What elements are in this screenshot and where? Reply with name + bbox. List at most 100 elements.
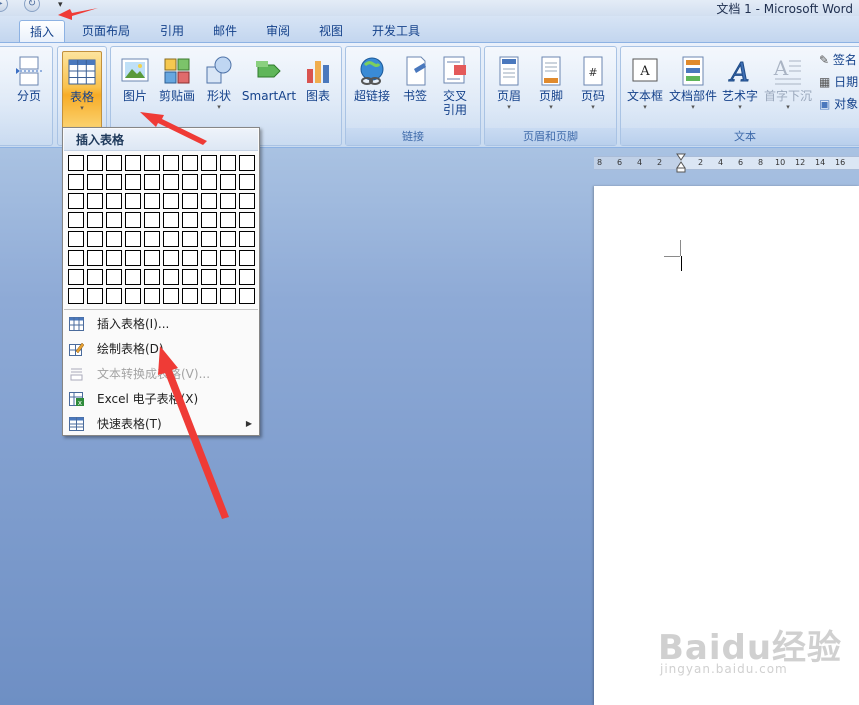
- tab-view[interactable]: 视图: [309, 20, 353, 42]
- table-grid-cell[interactable]: [220, 231, 236, 247]
- table-grid-cell[interactable]: [125, 174, 141, 190]
- table-grid-cell[interactable]: [68, 231, 84, 247]
- table-grid-cell[interactable]: [125, 250, 141, 266]
- date-time-button[interactable]: ▦ 日期: [819, 73, 858, 90]
- table-grid-cell[interactable]: [144, 212, 160, 228]
- menu-item-excel-spreadsheet[interactable]: x Excel 电子表格(X): [64, 387, 258, 411]
- table-grid-cell[interactable]: [201, 174, 217, 190]
- header-button[interactable]: 页眉 ▾: [489, 51, 529, 127]
- table-grid-cell[interactable]: [163, 269, 179, 285]
- table-grid-cell[interactable]: [125, 212, 141, 228]
- hyperlink-button[interactable]: 超链接: [350, 51, 394, 127]
- table-grid-cell[interactable]: [68, 250, 84, 266]
- table-grid-cell[interactable]: [106, 155, 122, 171]
- table-grid-cell[interactable]: [182, 212, 198, 228]
- table-button[interactable]: 表格 ▾: [62, 51, 102, 131]
- table-grid-cell[interactable]: [220, 269, 236, 285]
- tab-developer[interactable]: 开发工具: [366, 20, 426, 42]
- page-number-button[interactable]: # 页码 ▾: [573, 51, 613, 127]
- table-grid-cell[interactable]: [182, 288, 198, 304]
- table-grid-cell[interactable]: [239, 231, 255, 247]
- indent-marker-icon[interactable]: [676, 153, 686, 173]
- table-grid-cell[interactable]: [182, 231, 198, 247]
- menu-item-quick-tables[interactable]: 快速表格(T) ▶: [64, 412, 258, 436]
- table-grid-cell[interactable]: [106, 269, 122, 285]
- table-grid-cell[interactable]: [106, 174, 122, 190]
- table-grid-cell[interactable]: [220, 250, 236, 266]
- tab-review[interactable]: 审阅: [256, 20, 300, 42]
- textbox-button[interactable]: A 文本框 ▾: [623, 51, 667, 127]
- table-grid-cell[interactable]: [87, 155, 103, 171]
- table-grid-cell[interactable]: [182, 250, 198, 266]
- table-grid-cell[interactable]: [125, 269, 141, 285]
- table-grid-cell[interactable]: [201, 193, 217, 209]
- table-grid-cell[interactable]: [144, 269, 160, 285]
- cross-reference-button[interactable]: 交叉 引用: [436, 51, 474, 127]
- table-grid-cell[interactable]: [220, 212, 236, 228]
- table-grid-cell[interactable]: [87, 212, 103, 228]
- tab-references[interactable]: 引用: [150, 20, 194, 42]
- table-grid-cell[interactable]: [220, 288, 236, 304]
- table-grid-cell[interactable]: [106, 212, 122, 228]
- table-grid-cell[interactable]: [106, 250, 122, 266]
- table-grid-cell[interactable]: [163, 231, 179, 247]
- tab-insert[interactable]: 插入: [19, 20, 65, 42]
- table-grid-cell[interactable]: [239, 288, 255, 304]
- smartart-button[interactable]: SmartArt: [241, 51, 297, 127]
- table-grid-cell[interactable]: [201, 269, 217, 285]
- wordart-button[interactable]: A 艺术字 ▾: [719, 51, 761, 127]
- menu-item-insert-table[interactable]: 插入表格(I)...: [64, 312, 258, 336]
- table-grid-cell[interactable]: [201, 212, 217, 228]
- table-grid-cell[interactable]: [182, 269, 198, 285]
- table-grid-cell[interactable]: [201, 250, 217, 266]
- table-grid-cell[interactable]: [68, 288, 84, 304]
- table-grid-cell[interactable]: [239, 269, 255, 285]
- table-grid-cell[interactable]: [182, 155, 198, 171]
- table-grid-cell[interactable]: [239, 193, 255, 209]
- menu-item-convert-text-to-table[interactable]: 文本转换成表格(V)...: [64, 362, 258, 386]
- table-grid-cell[interactable]: [87, 193, 103, 209]
- table-grid-cell[interactable]: [182, 174, 198, 190]
- table-grid-cell[interactable]: [163, 193, 179, 209]
- table-grid-cell[interactable]: [239, 212, 255, 228]
- table-grid-cell[interactable]: [106, 288, 122, 304]
- bookmark-button[interactable]: 书签: [398, 51, 432, 127]
- signature-line-button[interactable]: ✎ 签名: [819, 51, 857, 68]
- customize-toolbar-icon[interactable]: ▾: [58, 0, 63, 10]
- menu-item-draw-table[interactable]: 绘制表格(D): [64, 337, 258, 361]
- table-grid-cell[interactable]: [125, 193, 141, 209]
- clipart-button[interactable]: 剪贴画: [157, 51, 197, 127]
- table-grid-cell[interactable]: [87, 288, 103, 304]
- table-grid-cell[interactable]: [220, 174, 236, 190]
- table-grid-cell[interactable]: [68, 174, 84, 190]
- tab-page-layout[interactable]: 页面布局: [76, 20, 136, 42]
- table-grid-cell[interactable]: [125, 288, 141, 304]
- table-grid-cell[interactable]: [201, 231, 217, 247]
- redo-icon[interactable]: ↻: [24, 0, 40, 12]
- table-grid-cell[interactable]: [163, 174, 179, 190]
- table-grid-cell[interactable]: [220, 193, 236, 209]
- chart-button[interactable]: 图表: [301, 51, 335, 127]
- object-button[interactable]: ▣ 对象: [819, 95, 858, 112]
- table-grid-cell[interactable]: [163, 155, 179, 171]
- table-grid-cell[interactable]: [182, 193, 198, 209]
- quick-parts-button[interactable]: 文档部件 ▾: [667, 51, 719, 127]
- table-grid-cell[interactable]: [87, 269, 103, 285]
- table-grid-cell[interactable]: [144, 155, 160, 171]
- table-grid-cell[interactable]: [87, 250, 103, 266]
- table-grid-cell[interactable]: [220, 155, 236, 171]
- table-grid-cell[interactable]: [87, 231, 103, 247]
- table-grid-cell[interactable]: [144, 193, 160, 209]
- drop-cap-button[interactable]: A 首字下沉 ▾: [761, 51, 815, 127]
- table-grid-cell[interactable]: [239, 250, 255, 266]
- table-grid-cell[interactable]: [68, 269, 84, 285]
- table-grid-cell[interactable]: [144, 231, 160, 247]
- table-grid-cell[interactable]: [163, 288, 179, 304]
- table-grid-cell[interactable]: [106, 193, 122, 209]
- table-grid-cell[interactable]: [163, 250, 179, 266]
- picture-button[interactable]: 图片: [117, 51, 153, 127]
- table-grid-cell[interactable]: [106, 231, 122, 247]
- save-icon[interactable]: ▸: [0, 0, 8, 12]
- tab-mailings[interactable]: 邮件: [203, 20, 247, 42]
- table-grid-cell[interactable]: [144, 174, 160, 190]
